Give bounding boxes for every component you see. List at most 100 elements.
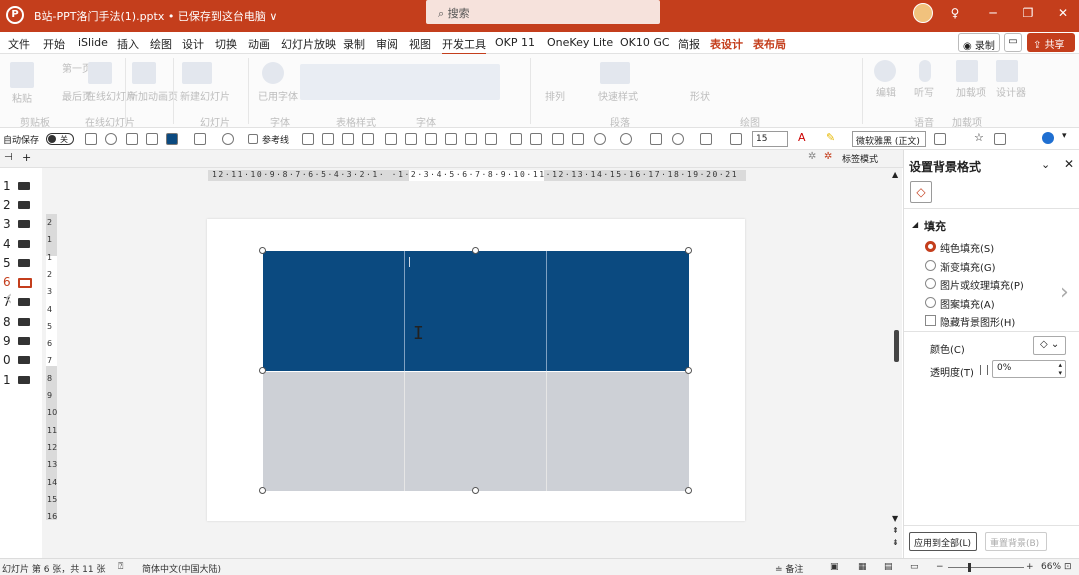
paste-format-icon[interactable]	[362, 133, 374, 145]
undo-icon[interactable]	[222, 133, 234, 145]
slide-thumbnail[interactable]: 1	[0, 372, 42, 391]
slide[interactable]: I	[207, 219, 745, 521]
fill-section-title[interactable]: 填充	[924, 218, 946, 234]
slide-thumbnail[interactable]: 1	[0, 178, 42, 197]
lightbulb-icon[interactable]: ♀	[945, 6, 965, 24]
paste-icon[interactable]	[10, 62, 34, 88]
gradient-fill-radio[interactable]	[925, 260, 936, 271]
zoom-slider[interactable]	[948, 567, 1024, 568]
autosave-toggle[interactable]: 关	[46, 133, 74, 145]
normal-view-icon[interactable]: ▣	[830, 562, 839, 572]
tab-onekey[interactable]: OneKey Lite	[547, 36, 613, 49]
scroll-down-icon[interactable]: ▼	[892, 514, 898, 523]
apply-all-button[interactable]: 应用到全部(L)	[909, 532, 977, 551]
tab-slideshow[interactable]: 幻灯片放映	[281, 36, 336, 52]
star-icon[interactable]: ☆	[974, 131, 984, 144]
table-cell[interactable]	[405, 371, 547, 491]
distribute-v-icon[interactable]	[530, 133, 542, 145]
align-top-icon[interactable]	[445, 133, 457, 145]
tab-design[interactable]: 设计	[182, 36, 204, 52]
resize-handle[interactable]	[685, 367, 692, 374]
group-icon[interactable]	[322, 133, 334, 145]
share-button[interactable]: ⇪ 共享	[1027, 33, 1075, 52]
slideshow-icon[interactable]: ▭	[910, 562, 919, 572]
slide-thumbnail[interactable]: 4	[0, 236, 42, 255]
slide-thumbnail[interactable]: 2	[0, 197, 42, 216]
document-title[interactable]: B站-PPT洛门手法(1).pptx • 已保存到这台电脑 ∨	[34, 8, 277, 24]
add-slide-icon[interactable]: +	[22, 151, 31, 164]
gear-icon[interactable]: ✲	[824, 151, 832, 162]
scroll-thumb[interactable]	[894, 330, 899, 362]
textbox-icon[interactable]	[194, 133, 206, 145]
dictate-icon[interactable]	[919, 60, 931, 82]
resize-handle[interactable]	[685, 487, 692, 494]
reading-view-icon[interactable]: ▤	[884, 562, 893, 572]
globe-icon[interactable]	[1042, 132, 1054, 144]
table-cell[interactable]	[263, 371, 405, 491]
language-indicator[interactable]: 简体中文(中国大陆)	[142, 562, 221, 575]
resize-handle[interactable]	[472, 487, 479, 494]
tab-briefing[interactable]: 简报	[678, 36, 700, 52]
tab-review[interactable]: 审阅	[376, 36, 398, 52]
tab-record[interactable]: 录制	[343, 36, 365, 52]
font-name-select[interactable]: 微软雅黑 (正文)	[852, 131, 926, 147]
fill-bucket-icon[interactable]: ◇	[910, 181, 932, 203]
resize-handle[interactable]	[259, 367, 266, 374]
tab-animations[interactable]: 动画	[248, 36, 270, 52]
close-button[interactable]: ✕	[1053, 6, 1073, 24]
table-cell[interactable]	[405, 251, 547, 371]
brush-icon[interactable]	[650, 133, 662, 145]
picture-icon[interactable]	[572, 133, 584, 145]
new-animation-icon[interactable]	[132, 62, 156, 84]
notes-button[interactable]: ≐ 备注	[775, 562, 803, 575]
tab-islide[interactable]: iSlide	[78, 36, 108, 49]
align-center-icon[interactable]	[405, 133, 417, 145]
table-cell[interactable]	[263, 251, 405, 371]
resize-handle[interactable]	[259, 247, 266, 254]
minimize-button[interactable]: ─	[983, 6, 1003, 24]
comment-icon[interactable]: ▭	[1004, 33, 1022, 52]
redo-icon[interactable]	[105, 133, 117, 145]
fill-icon[interactable]	[166, 133, 178, 145]
resize-handle[interactable]	[685, 247, 692, 254]
canvas-scrollbar[interactable]: ▲ ▼ ⇞ ⇟	[890, 168, 902, 558]
size-icon[interactable]	[730, 133, 742, 145]
resize-handle[interactable]	[259, 487, 266, 494]
zoom-level[interactable]: 66%	[1041, 562, 1061, 572]
shape-icon[interactable]	[146, 133, 158, 145]
slide-thumbnail[interactable]: 8	[0, 314, 42, 333]
scroll-up-icon[interactable]: ▲	[892, 170, 898, 179]
prev-slide-icon[interactable]: ‹	[4, 286, 13, 311]
accessibility-icon[interactable]: ⍰	[118, 562, 123, 572]
settings-icon[interactable]: ✲	[808, 151, 816, 162]
fit-slide-icon[interactable]: ⊡	[1064, 562, 1072, 572]
copy-icon[interactable]	[342, 133, 354, 145]
slide-sorter-icon[interactable]: ▦	[858, 562, 867, 572]
resize-handle[interactable]	[472, 247, 479, 254]
align-bottom-icon[interactable]	[485, 133, 497, 145]
addins-icon[interactable]	[956, 60, 978, 82]
slide-thumbnail[interactable]: 5	[0, 255, 42, 274]
collapse-icon[interactable]: ⊣	[4, 152, 13, 163]
tab-developer[interactable]: 开发工具	[442, 36, 486, 55]
online-slides-icon[interactable]	[88, 62, 112, 84]
more-icon[interactable]: ▾	[1062, 131, 1074, 143]
align-middle-icon[interactable]	[465, 133, 477, 145]
table-cell[interactable]	[547, 251, 689, 371]
rotate-icon[interactable]	[700, 133, 712, 145]
reset-background-button[interactable]: 重置背景(B)	[985, 532, 1047, 551]
zoom-out-icon[interactable]: −	[936, 562, 944, 572]
effects-icon[interactable]	[672, 133, 684, 145]
notes-mode-label[interactable]: 标签模式	[842, 152, 878, 165]
tab-transitions[interactable]: 切换	[215, 36, 237, 52]
tab-table-design[interactable]: 表设计	[710, 36, 743, 52]
transparency-slider[interactable]	[980, 365, 988, 375]
tab-file[interactable]: 文件	[8, 36, 30, 52]
edit-icon[interactable]	[874, 60, 896, 82]
tab-okp[interactable]: OKP 11	[495, 36, 535, 49]
zoom-thumb[interactable]	[968, 563, 971, 572]
save-icon[interactable]	[85, 133, 97, 145]
tab-draw[interactable]: 绘图	[150, 36, 172, 52]
transparency-input[interactable]: 0% ▴ ▾	[992, 360, 1066, 378]
slide-thumbnail[interactable]: 3	[0, 216, 42, 235]
